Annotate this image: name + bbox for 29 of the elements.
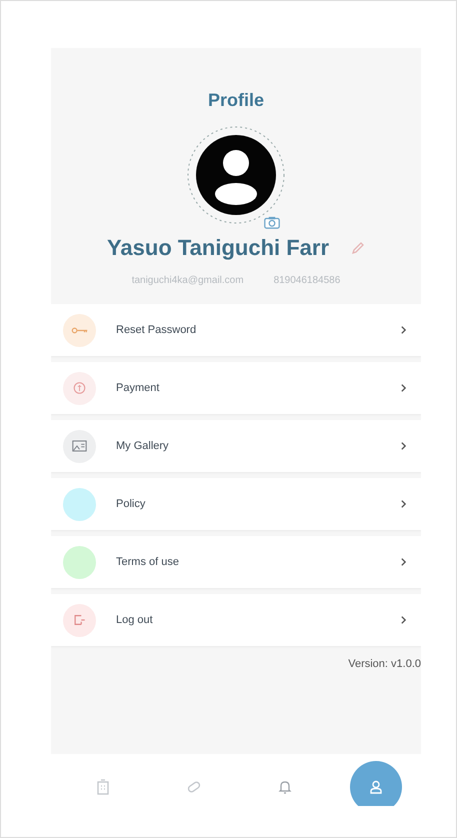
chevron-icon xyxy=(400,383,407,393)
user-name: Yasuo Taniguchi Farr xyxy=(106,235,330,261)
phone-text: 819046184586 xyxy=(274,275,340,286)
picture-frame-icon xyxy=(72,439,87,453)
key-icon xyxy=(70,326,88,334)
person-icon xyxy=(368,779,384,795)
building-icon xyxy=(94,779,110,795)
email-text: taniguchi4ka@gmail.com xyxy=(132,275,244,286)
menu-item[interactable]: Log out xyxy=(51,594,421,646)
menu-item[interactable]: Payment xyxy=(51,362,421,414)
chevron-icon xyxy=(400,499,407,509)
menu-item[interactable]: Reset Password xyxy=(51,304,421,356)
chevron-icon xyxy=(400,325,407,335)
chevron-icon xyxy=(400,441,407,451)
chevron-icon xyxy=(400,615,407,625)
camera-icon[interactable] xyxy=(264,216,280,229)
page-title: Profile xyxy=(208,90,264,111)
pill-icon xyxy=(186,779,202,795)
menu-item[interactable]: Terms of use xyxy=(51,536,421,588)
pencil-icon[interactable] xyxy=(351,241,366,255)
logout-icon xyxy=(72,613,87,627)
avatar-icon[interactable] xyxy=(186,125,286,225)
active-tab[interactable] xyxy=(350,761,402,806)
chevron-icon xyxy=(400,557,407,567)
menu-item[interactable]: Policy xyxy=(51,478,421,530)
bell-icon xyxy=(276,779,292,795)
menu-item[interactable]: My Gallery xyxy=(51,420,421,472)
coin-icon xyxy=(72,381,87,395)
version-text: Version: v1.0.0 xyxy=(348,658,421,670)
